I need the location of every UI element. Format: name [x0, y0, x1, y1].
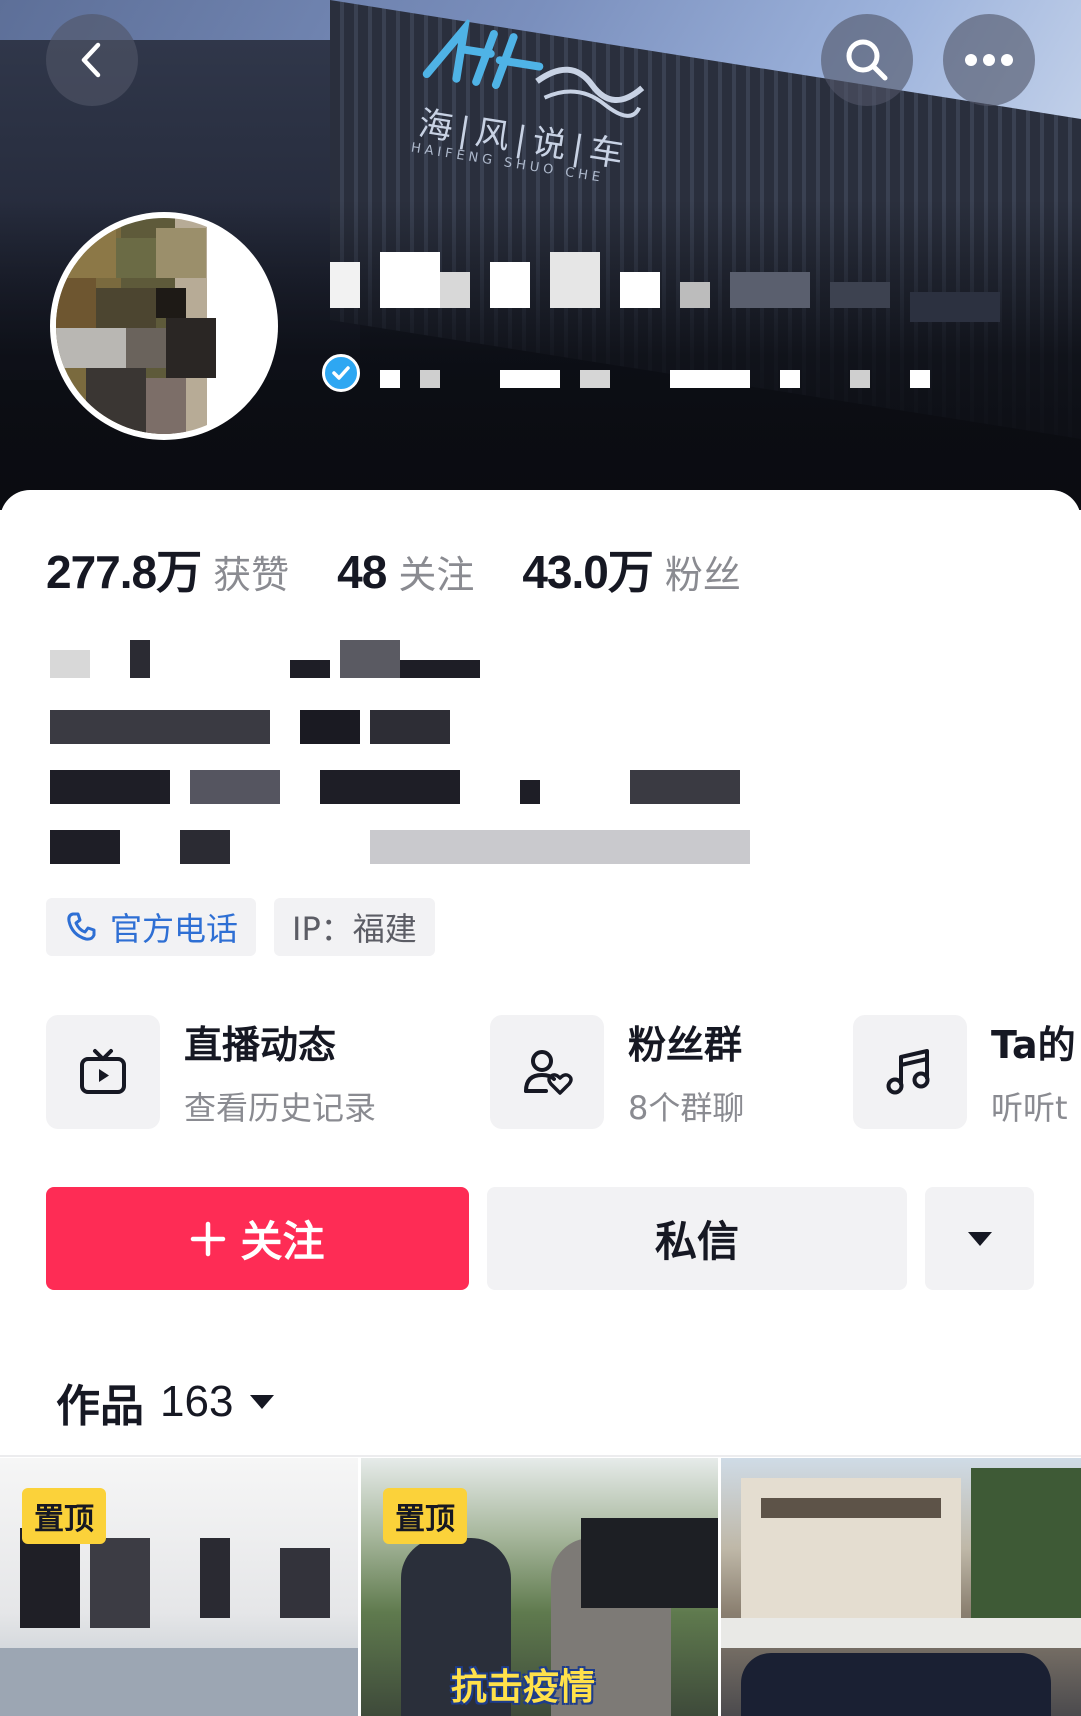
music-note-icon — [853, 1014, 967, 1129]
search-icon — [846, 39, 888, 81]
video-caption: 抗击疫情 — [451, 1667, 596, 1708]
divider — [0, 1455, 1081, 1457]
music-entry[interactable]: Ta的 听听t — [853, 1014, 1076, 1129]
message-button[interactable]: 私信 — [487, 1187, 907, 1290]
pinned-label: 置顶 — [34, 1502, 94, 1537]
more-icon — [965, 54, 1013, 66]
stat-following[interactable]: 48 关注 — [337, 544, 474, 599]
fans-group-subtitle: 8个群聊 — [628, 1089, 745, 1127]
follow-button[interactable]: 关注 — [46, 1187, 469, 1290]
video-thumbnail[interactable]: 置顶 抗击疫情 — [361, 1458, 718, 1716]
username-obscured — [330, 252, 1030, 332]
user-id-obscured — [380, 370, 980, 392]
stat-likes[interactable]: 277.8万 获赞 — [46, 536, 289, 602]
phone-icon — [67, 912, 96, 941]
live-history-title: 直播动态 — [184, 1023, 337, 1067]
official-phone-tag[interactable]: 官方电话 — [46, 898, 257, 956]
works-label: 作品 — [56, 1381, 144, 1432]
search-button[interactable] — [821, 14, 913, 106]
follow-label: 关注 — [240, 1217, 325, 1266]
fans-group-title: 粉丝群 — [628, 1023, 743, 1067]
video-grid: 置顶 置顶 抗击疫情 — [0, 1458, 1081, 1716]
video-thumbnail[interactable]: 置顶 — [0, 1458, 358, 1716]
music-title: Ta的 — [991, 1023, 1076, 1067]
works-caret-down-icon — [250, 1395, 275, 1409]
caret-down-icon — [967, 1231, 992, 1246]
works-tab[interactable]: 作品 163 — [56, 1370, 275, 1434]
ip-location-label: IP：福建 — [292, 910, 417, 948]
stat-followers[interactable]: 43.0万 粉丝 — [522, 536, 741, 602]
bio-obscured[interactable] — [50, 640, 810, 880]
music-subtitle: 听听t — [991, 1089, 1068, 1127]
more-actions-button[interactable] — [925, 1187, 1034, 1290]
official-phone-label: 官方电话 — [110, 910, 239, 948]
ip-location-tag: IP：福建 — [274, 898, 435, 956]
live-history-entry[interactable]: 直播动态 查看历史记录 — [46, 1014, 376, 1129]
message-label: 私信 — [654, 1217, 739, 1266]
verified-badge-icon — [322, 354, 360, 392]
stat-likes-value: 277.8万 — [46, 546, 202, 598]
avatar-image — [56, 218, 272, 434]
pinned-badge: 置顶 — [383, 1488, 467, 1544]
profile-tags: 官方电话 IP：福建 — [46, 898, 435, 956]
fans-group-entry[interactable]: 粉丝群 8个群聊 — [490, 1014, 744, 1129]
stat-following-label: 关注 — [398, 553, 475, 597]
works-count: 163 — [160, 1377, 234, 1426]
stat-following-value: 48 — [337, 546, 387, 598]
feature-row: 直播动态 查看历史记录 粉丝群 8个群聊 Ta的 听听t — [46, 1014, 1081, 1130]
profile-stats: 277.8万 获赞 48 关注 43.0万 粉丝 — [46, 536, 741, 602]
live-history-subtitle: 查看历史记录 — [184, 1089, 377, 1127]
profile-actions: 关注 私信 — [46, 1187, 1036, 1290]
video-thumbnail[interactable] — [721, 1458, 1081, 1716]
chevron-left-icon — [81, 42, 101, 78]
stat-followers-value: 43.0万 — [522, 546, 654, 598]
stat-followers-label: 粉丝 — [664, 553, 741, 597]
avatar[interactable] — [50, 212, 278, 440]
stat-likes-label: 获赞 — [213, 553, 290, 597]
user-heart-icon — [490, 1014, 604, 1129]
pinned-badge: 置顶 — [22, 1488, 106, 1544]
back-button[interactable] — [46, 14, 138, 106]
pinned-label: 置顶 — [395, 1502, 455, 1537]
more-button[interactable] — [943, 14, 1035, 106]
plus-icon — [191, 1221, 226, 1256]
tv-play-icon — [46, 1014, 160, 1129]
